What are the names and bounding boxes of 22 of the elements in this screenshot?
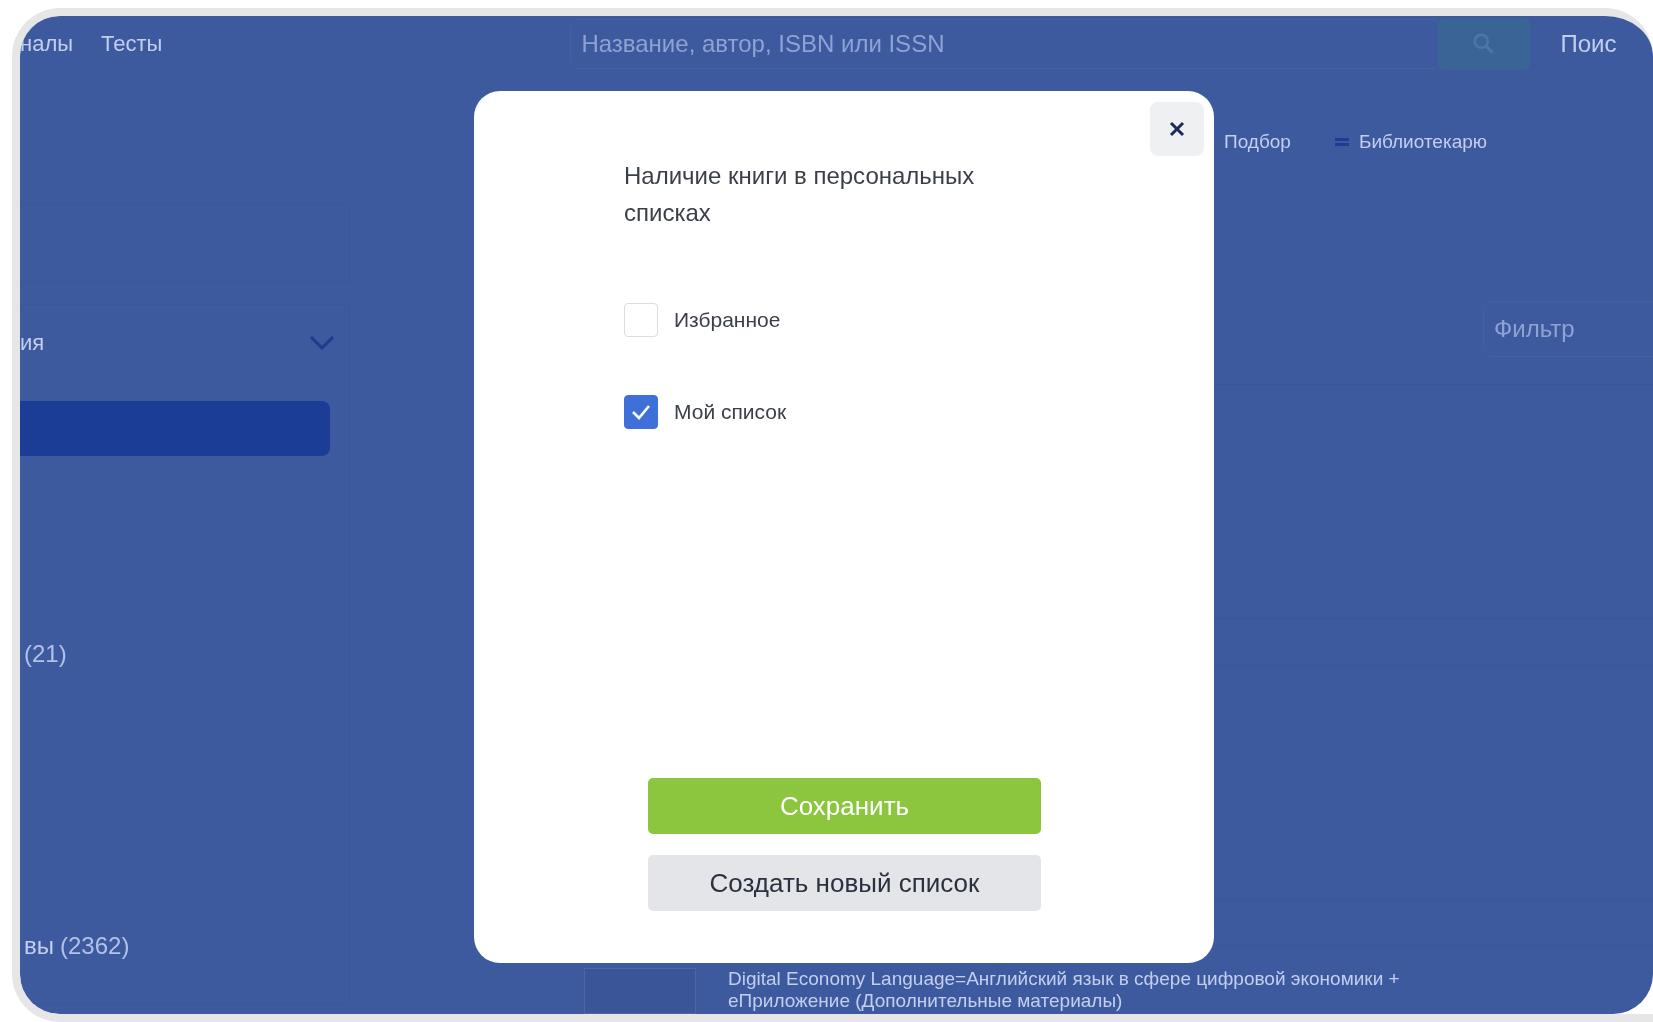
nav-link[interactable]: налы bbox=[20, 31, 74, 57]
close-button[interactable] bbox=[1150, 102, 1204, 156]
sidebar-item-label[interactable]: вы bbox=[24, 932, 54, 960]
search-button[interactable] bbox=[1438, 18, 1531, 70]
toolbar-link[interactable]: Библиотекарю bbox=[1334, 122, 1488, 162]
menu-icon bbox=[1334, 137, 1349, 147]
check-icon bbox=[631, 404, 651, 420]
dropdown-label[interactable]: ия bbox=[20, 330, 45, 356]
modal-title: Наличие книги в персональных списках bbox=[624, 161, 976, 228]
checkbox[interactable] bbox=[624, 395, 658, 429]
item-count: (21) bbox=[24, 640, 67, 668]
checkbox-label[interactable]: Мой список bbox=[674, 400, 787, 424]
chevron-down-icon[interactable] bbox=[309, 335, 335, 351]
selected-item-highlight[interactable] bbox=[20, 401, 330, 456]
nav-link[interactable]: Тесты bbox=[101, 31, 163, 57]
book-title-link[interactable]: Digital Economy Language=Английский язык в сфере цифровой экономики + еПриложение (Дополнительные материалы) bbox=[728, 968, 1488, 1014]
item-count: (2362) bbox=[60, 932, 130, 960]
checkbox-label[interactable]: Избранное bbox=[674, 308, 781, 332]
search-label[interactable]: Поис bbox=[1560, 30, 1617, 58]
close-icon bbox=[1169, 121, 1185, 137]
create-list-button[interactable]: Создать новый список bbox=[648, 855, 1041, 911]
filter-field[interactable]: Фильтр bbox=[1483, 301, 1653, 357]
